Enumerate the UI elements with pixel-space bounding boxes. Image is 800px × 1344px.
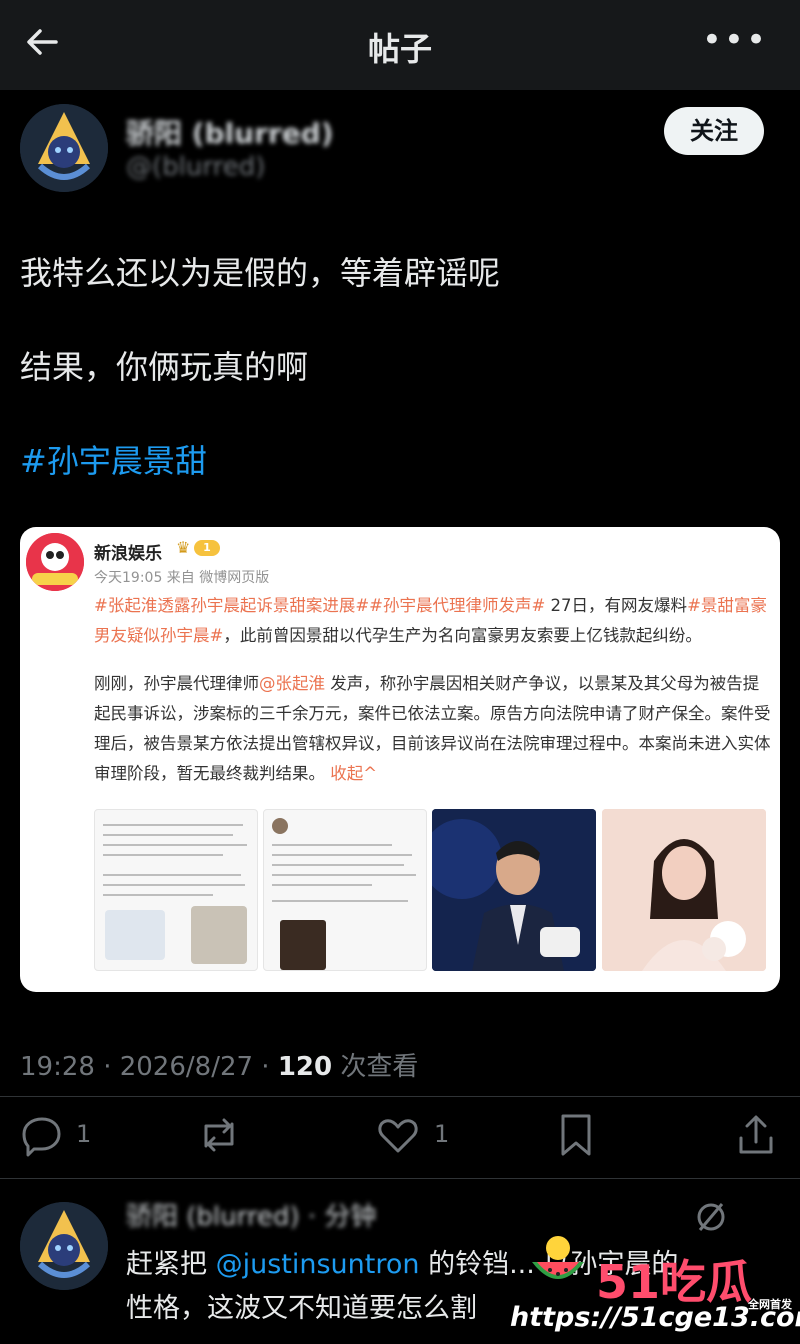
page-title: 帖子 [367, 30, 432, 68]
more-horizontal-icon[interactable]: ••• [702, 20, 768, 60]
weibo-source-avatar [26, 533, 84, 591]
post-timestamp-views: 19:28 · 2026/8/27 · 120 次查看 [20, 1046, 418, 1083]
share-icon[interactable] [736, 1112, 776, 1158]
weibo-post-body: #张起淮透露孙宇晨起诉景甜案进展##孙宇晨代理律师发声# 27日，有网友爆料#景… [94, 591, 774, 807]
avatar[interactable] [20, 104, 108, 192]
like-icon[interactable] [376, 1112, 420, 1158]
reply-icon[interactable] [20, 1112, 64, 1158]
like-count: 1 [434, 1120, 450, 1148]
crown-icon: ♛ [176, 538, 191, 557]
photo-thumbnail [432, 809, 596, 971]
weibo-source-name: 新浪娱乐 [94, 544, 162, 564]
reply-text-line-2: 性格，这波又不知道要怎么割 [126, 1293, 477, 1324]
weibo-mention: @张起淮 [259, 674, 325, 693]
views-label: 次查看 [332, 1052, 419, 1082]
follow-button[interactable]: 关注 [664, 107, 764, 155]
watermelon-logo-icon [532, 1236, 584, 1279]
quoted-weibo-card[interactable]: 新浪娱乐 ♛ 1 今天19:05 来自 微博网页版 #张起淮透露孙宇晨起诉景甜案… [20, 527, 780, 992]
weibo-text: 刚刚，孙宇晨代理律师 [94, 674, 259, 693]
post-text-line-2: 结果，你俩玩真的啊 [20, 348, 309, 386]
bookmark-icon[interactable] [558, 1112, 594, 1158]
weibo-text: ，此前曾因景甜以代孕生产为名向富豪男友索要上亿钱款起纠纷。 [223, 626, 702, 645]
divider [0, 1096, 800, 1097]
weibo-paragraph-2: 刚刚，孙宇晨代理律师@张起淮 发声，称孙宇晨因相关财产争议，以景某及其父母为被告… [94, 669, 774, 789]
document-thumbnail [94, 809, 258, 971]
collapse-link: 收起^ [330, 764, 378, 783]
weibo-image-row [94, 809, 766, 975]
document-thumbnail [263, 809, 427, 971]
divider [0, 1178, 800, 1179]
top-bar: 帖子 ••• [0, 0, 800, 90]
photo-thumbnail [602, 809, 766, 971]
level-badge: 1 [194, 540, 220, 556]
weibo-post-meta: 今天19:05 来自 微博网页版 [94, 570, 270, 586]
grok-icon[interactable] [694, 1200, 728, 1234]
view-count: 120 [277, 1052, 333, 1082]
author-handle: @(blurred) [126, 152, 266, 182]
weibo-paragraph-1: #张起淮透露孙宇晨起诉景甜案进展##孙宇晨代理律师发声# 27日，有网友爆料#景… [94, 591, 774, 651]
watermark-url: https://51cge13.com [510, 1302, 800, 1333]
repost-icon[interactable] [196, 1112, 242, 1158]
reply-count: 1 [76, 1120, 92, 1148]
reply-text: 赶紧把 [126, 1249, 216, 1280]
hashtag-link[interactable]: #孙宇晨景甜 [20, 436, 207, 482]
author-name[interactable]: 骄阳 (blurred) [126, 112, 334, 152]
reply-author[interactable]: 骄阳 (blurred) · 分钟 [126, 1196, 376, 1233]
weibo-hashtag: #张起淮透露孙宇晨起诉景甜案进展# [94, 596, 370, 615]
reply-mention[interactable]: @justinsuntron [216, 1249, 420, 1280]
weibo-text: 27日，有网友爆料 [545, 596, 688, 615]
post-timestamp: 19:28 · 2026/8/27 · [20, 1052, 278, 1082]
weibo-hashtag: #孙宇晨代理律师发声# [369, 596, 546, 615]
post-text-line-1: 我特么还以为是假的，等着辟谣呢 [20, 254, 501, 292]
avatar[interactable] [20, 1202, 108, 1290]
